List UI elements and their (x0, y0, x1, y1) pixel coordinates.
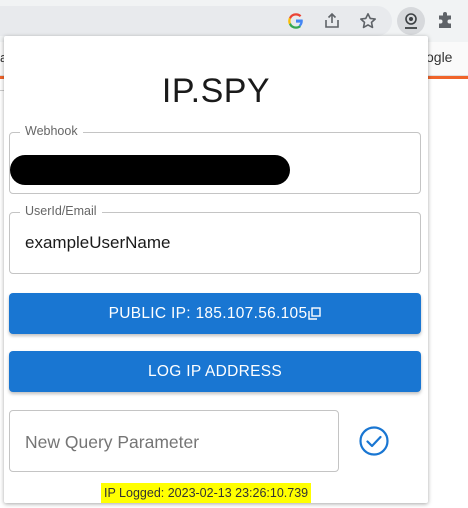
public-ip-prefix: PUBLIC IP: (108, 304, 196, 322)
check-circle-icon[interactable] (358, 425, 390, 457)
bookmark-star-icon[interactable] (356, 9, 380, 33)
ip-logged-status: IP Logged: 2023-02-13 23:26:10.739 (101, 483, 312, 503)
share-icon[interactable] (320, 9, 344, 33)
copy-icon[interactable] (308, 307, 322, 320)
popup-title: IP.SPY (161, 72, 271, 110)
log-ip-label: LOG IP ADDRESS (148, 362, 282, 380)
background-text-right: ogle (426, 49, 453, 65)
query-placeholder: New Query Parameter (25, 432, 200, 452)
log-ip-button[interactable]: LOG IP ADDRESS (9, 351, 421, 392)
userid-field[interactable]: UserId/Email exampleUserName (9, 204, 421, 274)
webhook-redaction (10, 155, 290, 185)
userid-label: UserId/Email (20, 204, 102, 218)
webhook-field[interactable]: Webhook (9, 124, 421, 194)
webhook-label: Webhook (20, 124, 83, 138)
query-parameter-input[interactable]: New Query Parameter (9, 410, 339, 472)
ip-spy-extension-icon[interactable] (397, 7, 425, 35)
public-ip-value: 185.107.56.105 (195, 304, 308, 322)
userid-value: exampleUserName (25, 233, 171, 252)
extension-popup: IP.SPY Webhook UserId/Email exampleUserN… (4, 36, 428, 503)
public-ip-button[interactable]: PUBLIC IP: 185.107.56.105 (9, 293, 421, 334)
extensions-puzzle-icon[interactable] (433, 9, 457, 33)
google-icon[interactable] (284, 9, 308, 33)
